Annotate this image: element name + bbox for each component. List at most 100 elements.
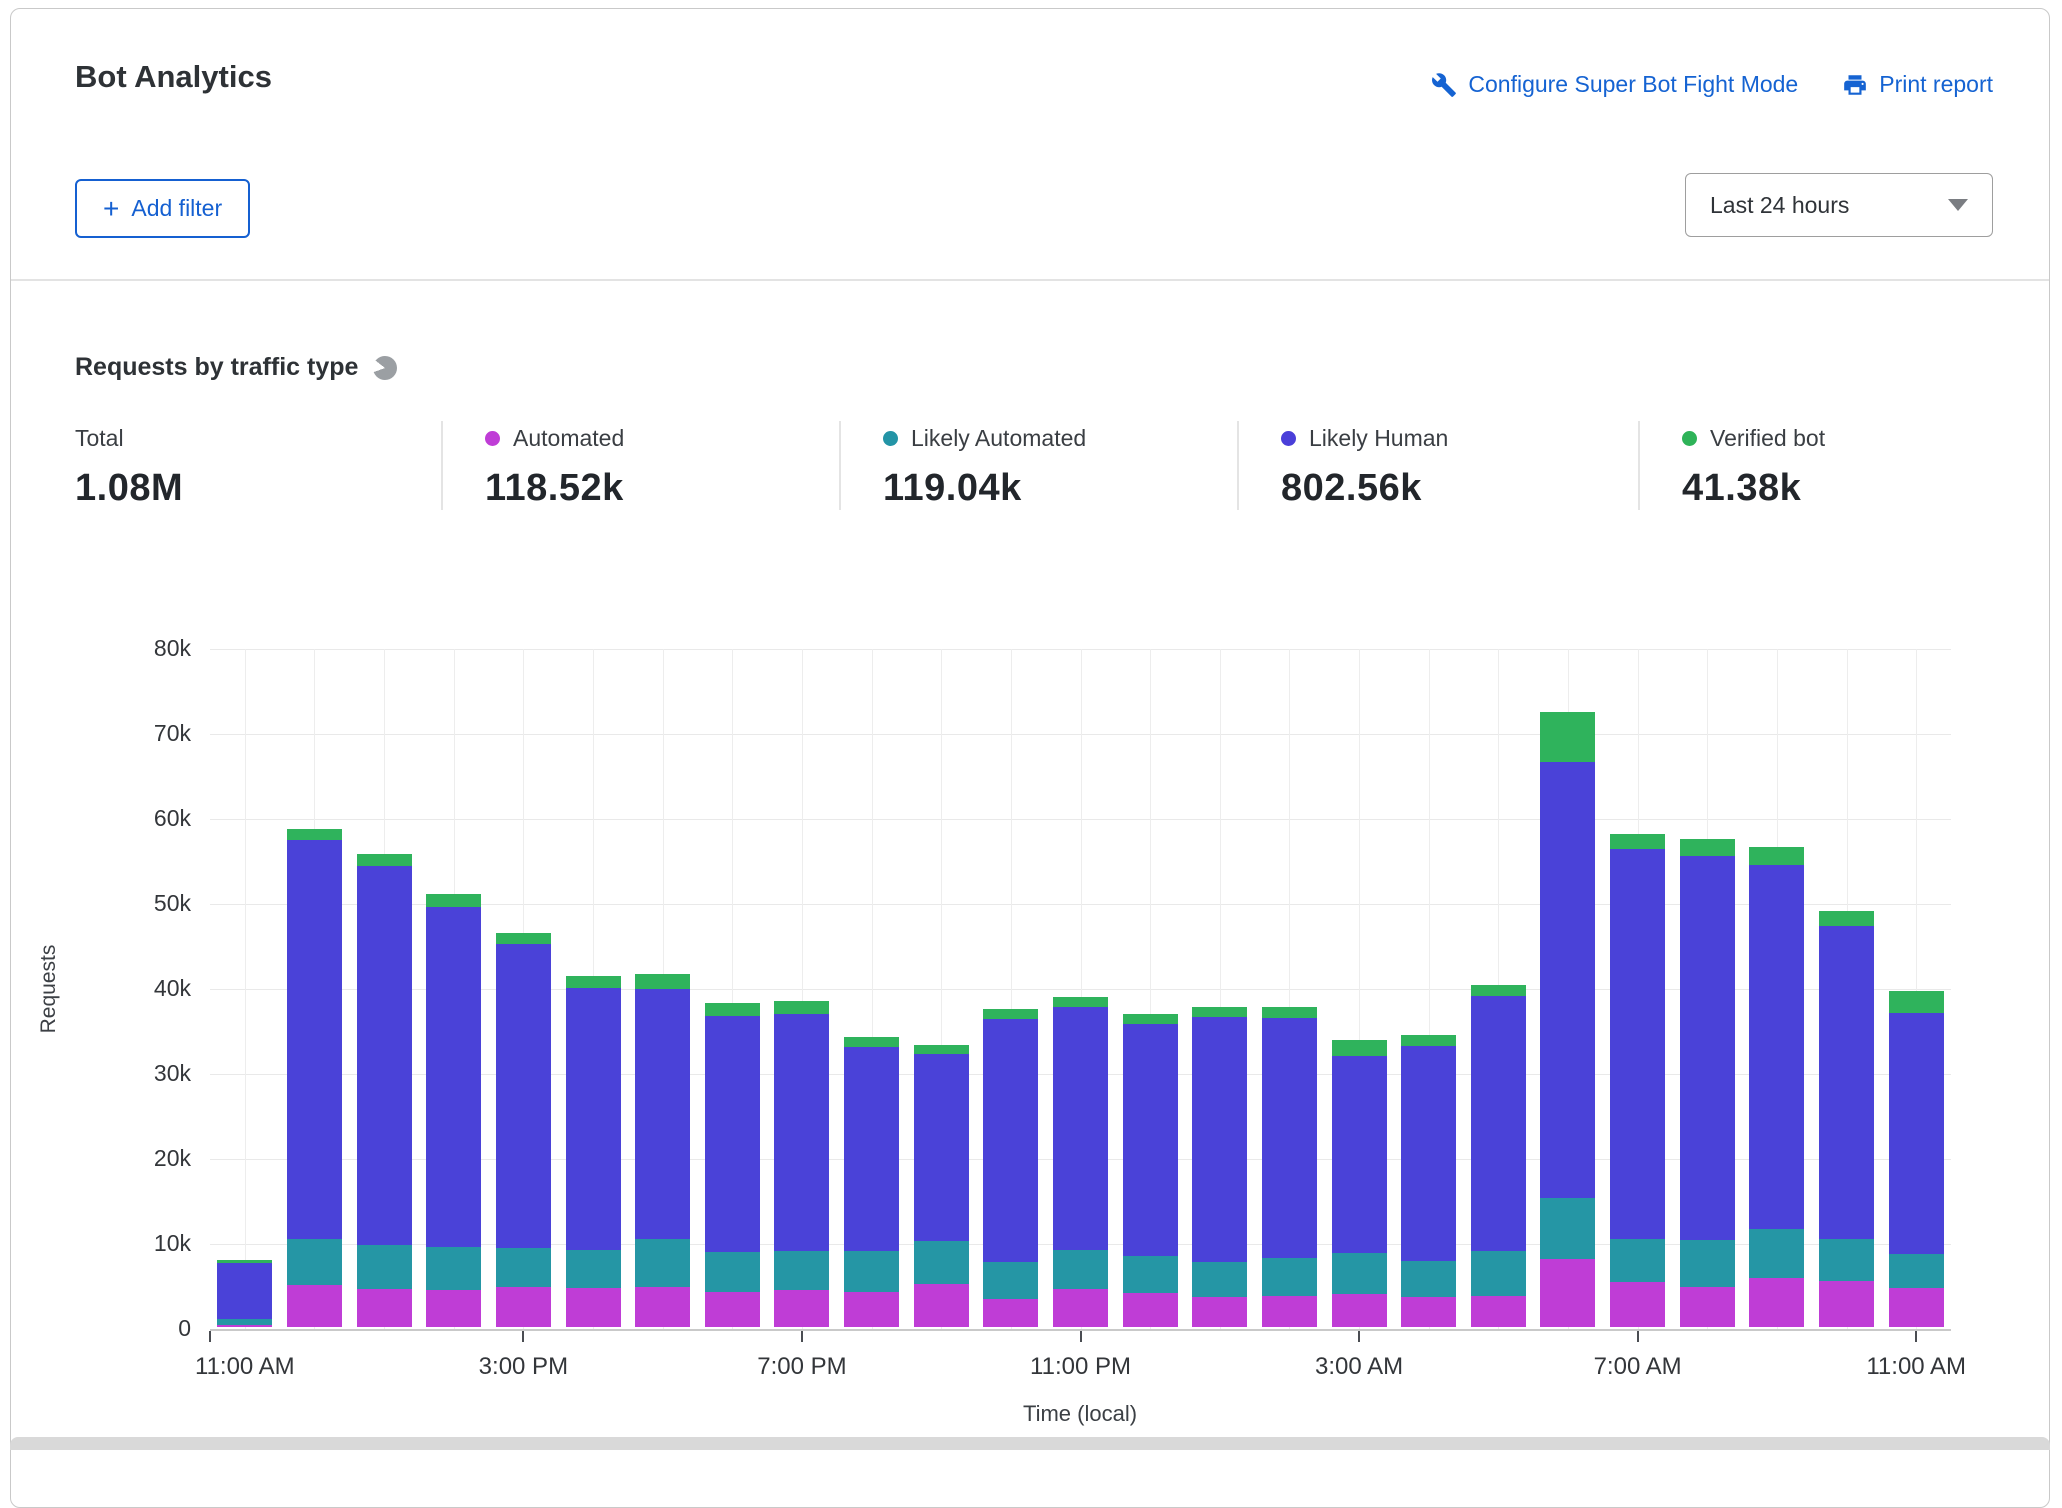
bar-segment-automated [1610,1282,1666,1327]
stacked-bar[interactable] [1261,1006,1317,1327]
bar-segment-verified_bot [1749,846,1805,865]
stacked-bar[interactable] [1610,834,1666,1327]
stacked-bar[interactable] [635,974,691,1327]
bar-segment-likely_automated [1888,1253,1944,1288]
stacked-bar[interactable] [1888,991,1944,1327]
bar-segment-automated [1122,1293,1178,1327]
plot-area [210,649,1951,1331]
section-title-row: Requests by traffic type [75,353,398,382]
x-tick-mark [1358,1331,1361,1342]
stacked-bar[interactable] [1679,839,1735,1327]
plus-icon: + [103,192,120,224]
printer-icon [1844,74,1867,95]
next-card-top-edge [10,1437,2050,1450]
bar-segment-verified_bot [1401,1034,1457,1046]
stacked-bar[interactable] [286,828,342,1327]
bar-segment-verified_bot [1540,712,1596,762]
bar-segment-automated [426,1289,482,1327]
bar-segment-likely_automated [286,1238,342,1286]
bar-segment-automated [356,1288,412,1327]
y-tick-label: 0 [178,1315,191,1341]
stat-total: Total 1.08M [75,421,441,510]
stat-automated[interactable]: Automated 118.52k [441,421,839,510]
bar-segment-verified_bot [704,1003,760,1016]
bar-segment-verified_bot [1470,985,1526,997]
bar-segment-likely_automated [704,1252,760,1293]
bar-segment-likely_human [356,866,412,1245]
bar-segment-automated [495,1287,551,1327]
stat-value: 118.52k [485,467,624,509]
bar-segment-likely_automated [1331,1253,1387,1294]
bar-segment-verified_bot [844,1037,900,1048]
bar-segment-likely_automated [1610,1238,1666,1283]
stacked-bar[interactable] [1819,910,1875,1327]
bar-segment-likely_automated [1540,1197,1596,1259]
stacked-bar[interactable] [913,1044,969,1327]
x-tick-mark [800,1331,803,1342]
bar-segment-likely_automated [1749,1229,1805,1278]
bar-segment-automated [1401,1297,1457,1327]
requests-chart: Requests 0 10k 20k 30k 40k 50k 60k 70k 80k 11:00… [11,601,2051,1441]
bar-segment-automated [704,1292,760,1327]
x-tick-mark [522,1331,525,1342]
bar-segment-verified_bot [1053,997,1108,1008]
print-report-link[interactable]: Print report [1842,71,1993,98]
y-tick-label: 40k [153,975,191,1001]
x-tick-mark [1636,1331,1639,1342]
stacked-bar[interactable] [1401,1034,1457,1327]
section-title: Requests by traffic type [75,353,359,381]
stacked-bar[interactable] [1053,997,1108,1327]
bar-segment-likely_human [1749,864,1805,1230]
bar-segment-likely_human [1053,1007,1108,1250]
stacked-bar[interactable] [1192,1006,1248,1327]
stacked-bar[interactable] [1749,846,1805,1327]
bar-segment-verified_bot [426,893,482,908]
stacked-bar[interactable] [356,853,412,1327]
bar-segment-likely_human [1401,1045,1457,1261]
bar-segment-likely_human [1192,1016,1248,1262]
configure-link-label: Configure Super Bot Fight Mode [1468,71,1799,97]
time-range-value: Last 24 hours [1710,191,1850,218]
wrench-icon [1432,72,1457,97]
stacked-bar[interactable] [774,1000,830,1327]
bar-segment-automated [1331,1293,1387,1327]
bar-segment-likely_human [844,1047,900,1252]
bar-segment-likely_human [774,1014,830,1251]
bar-segment-likely_human [704,1015,760,1253]
print-link-label: Print report [1879,71,1993,97]
add-filter-button[interactable]: + Add filter [75,179,251,238]
stacked-bar[interactable] [217,1259,273,1327]
y-tick-label: 60k [153,805,191,831]
bar-segment-likely_automated [1819,1239,1875,1281]
bar-segment-verified_bot [983,1009,1039,1020]
stacked-bar[interactable] [426,893,482,1327]
bar-segment-automated [844,1292,900,1327]
stacked-bar[interactable] [983,1009,1039,1327]
bar-segment-likely_automated [913,1240,969,1284]
configure-super-bot-fight-mode-link[interactable]: Configure Super Bot Fight Mode [1431,71,1798,98]
stacked-bar[interactable] [495,933,551,1327]
stat-label: Likely Human [1309,425,1449,451]
stacked-bar[interactable] [844,1037,900,1327]
bar-segment-automated [1679,1287,1735,1327]
bar-segment-likely_automated [844,1251,900,1293]
stacked-bar[interactable] [1540,712,1596,1327]
time-range-select[interactable]: Last 24 hours [1685,173,1993,237]
bar-segment-likely_human [1331,1055,1387,1254]
stat-verified-bot[interactable]: Verified bot 41.38k [1638,421,1825,510]
bar-segment-likely_human [1540,761,1596,1198]
stacked-bar[interactable] [704,1003,760,1327]
bar-segment-verified_bot [913,1044,969,1055]
stacked-bar[interactable] [1122,1014,1178,1327]
bar-segment-verified_bot [635,974,691,989]
stat-likely-human[interactable]: Likely Human 802.56k [1237,421,1638,510]
y-tick-label: 80k [153,635,191,661]
x-tick-label: 3:00 AM [1315,1353,1404,1380]
bar-segment-likely_automated [1470,1250,1526,1296]
stacked-bar[interactable] [1331,1039,1387,1327]
stacked-bar[interactable] [565,975,621,1327]
stacked-bar[interactable] [1470,985,1526,1327]
bar-segment-likely_automated [774,1250,830,1291]
bar-segment-likely_automated [635,1238,691,1288]
stat-likely-automated[interactable]: Likely Automated 119.04k [839,421,1237,510]
